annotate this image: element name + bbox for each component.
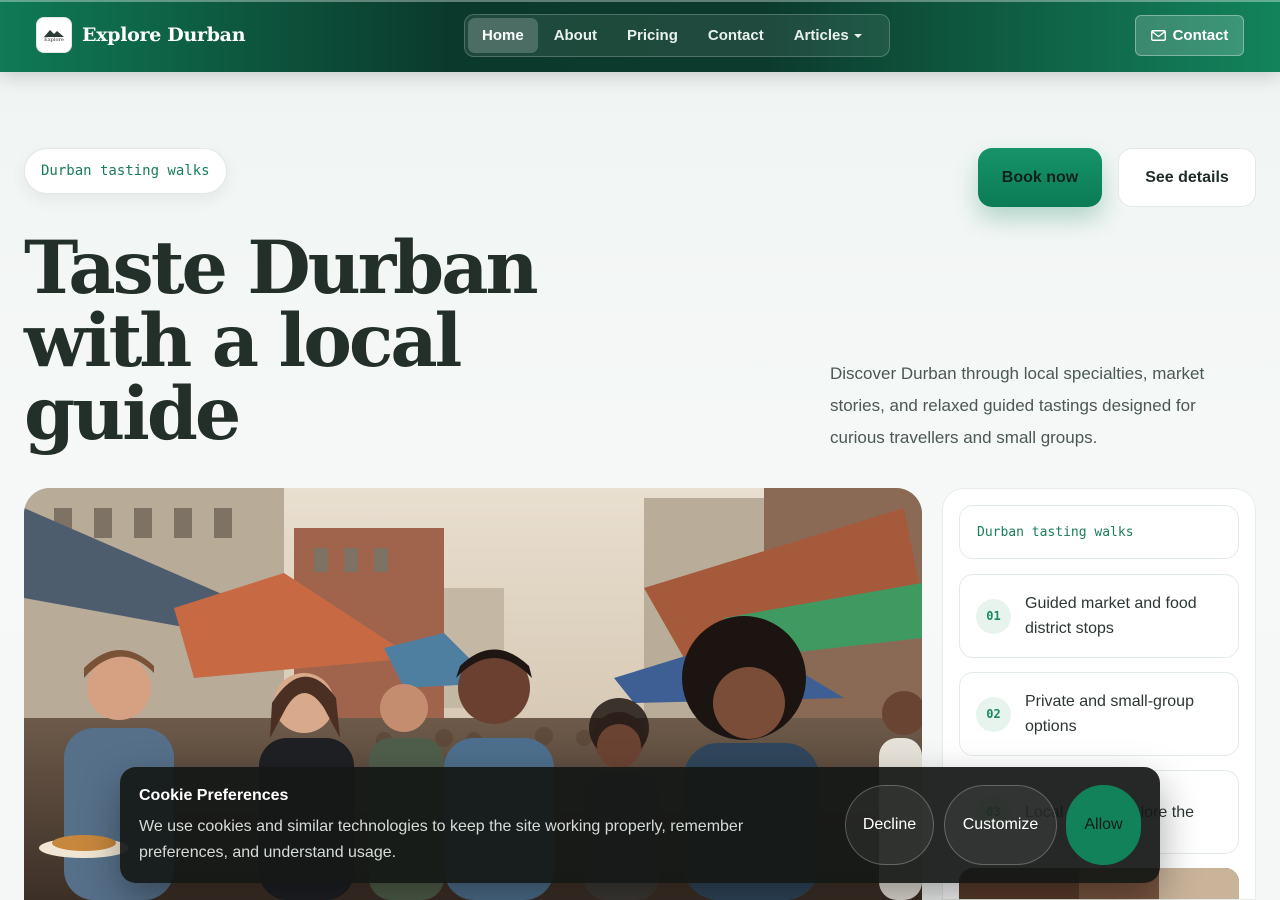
nav-item-pricing[interactable]: Pricing: [613, 18, 692, 53]
brand-name: Explore Durban: [82, 24, 246, 46]
cookie-decline-button[interactable]: Decline: [845, 785, 934, 865]
cookie-banner: Cookie Preferences We use cookies and si…: [120, 767, 1160, 883]
book-now-button[interactable]: Book now: [978, 148, 1102, 207]
feature-text: Guided market and food district stops: [1025, 595, 1197, 637]
nav-top-line: [0, 0, 1280, 2]
side-card-tag: Durban tasting walks: [959, 505, 1239, 559]
contact-button-label: Contact: [1172, 27, 1229, 44]
nav-item-contact[interactable]: Contact: [694, 18, 778, 53]
feature-text: Private and small-group options: [1025, 693, 1194, 735]
contact-button[interactable]: Contact: [1135, 15, 1244, 56]
nav-item-home[interactable]: Home: [468, 18, 538, 53]
cookie-title: Cookie Preferences: [139, 787, 289, 804]
feature-number: 02: [976, 696, 1011, 732]
main-menu: Home About Pricing Contact Articles: [464, 14, 890, 57]
top-navbar: Explore Explore Durban Home About Pricin…: [0, 0, 1280, 72]
mail-icon: [1150, 30, 1166, 41]
cookie-customize-button[interactable]: Customize: [944, 785, 1057, 865]
chevron-down-icon: [853, 33, 862, 38]
see-details-button[interactable]: See details: [1118, 148, 1256, 207]
mountain-icon: [44, 29, 64, 37]
cookie-allow-button[interactable]: Allow: [1066, 785, 1141, 865]
nav-item-articles[interactable]: Articles: [780, 18, 876, 53]
hero-headline: Taste Durban with a local guide: [24, 225, 539, 457]
nav-item-about[interactable]: About: [540, 18, 611, 53]
hero-tag: Durban tasting walks: [24, 148, 227, 194]
hero-lead: Discover Durban through local specialtie…: [830, 364, 1205, 447]
cookie-description: We use cookies and similar technologies …: [139, 818, 744, 861]
feature-number: 01: [976, 598, 1011, 634]
feature-item: 01 Guided market and food district stops: [959, 574, 1239, 658]
logo-text: Explore: [44, 36, 64, 43]
nav-item-articles-label: Articles: [793, 27, 849, 44]
brand[interactable]: Explore Explore Durban: [36, 17, 246, 53]
brand-logo: Explore: [36, 17, 72, 53]
feature-item: 02 Private and small-group options: [959, 672, 1239, 756]
